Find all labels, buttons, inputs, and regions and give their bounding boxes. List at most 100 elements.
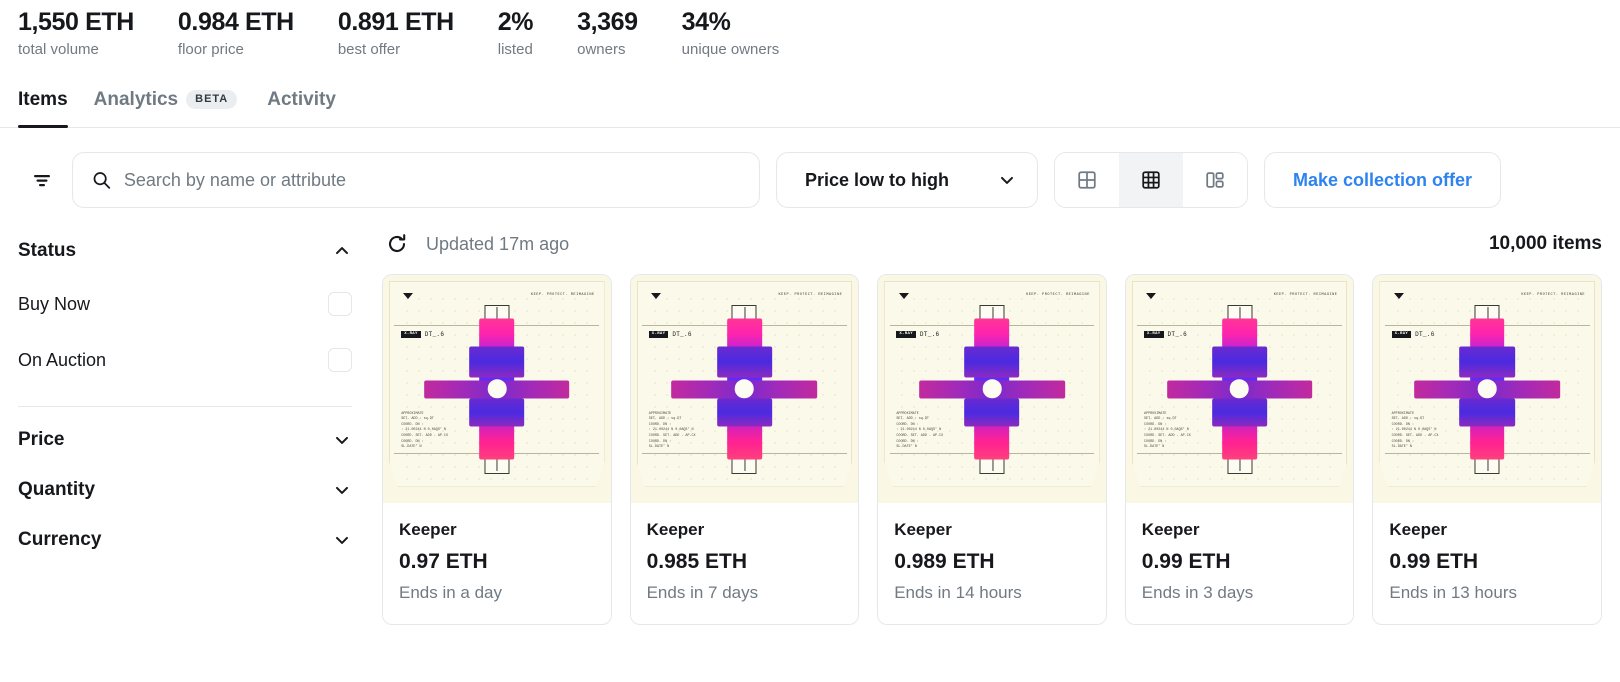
chevron-down-icon [336, 486, 348, 494]
figure-block-lower [1211, 398, 1268, 427]
search-icon [93, 172, 111, 189]
collection-tabs: Items Analytics BETA Activity [0, 72, 1620, 128]
item-info: Keeper 0.99 ETH Ends in 3 days [1126, 503, 1354, 624]
stat-value: 0.984 ETH [177, 8, 294, 36]
figure-block-upper [964, 346, 1020, 378]
item-artwork: KEEP. PROTECT. REIMAGINE X-RAY DT_.6 APPROX… [1125, 275, 1354, 503]
make-collection-offer-button[interactable]: Make collection offer [1264, 152, 1502, 208]
stat-item: 3,369 owners [577, 6, 638, 61]
artwork-tagline: KEEP. PROTECT. REIMAGINE [530, 293, 595, 298]
stat-value: 2% [497, 8, 534, 36]
items-body: Status Buy Now On Auction Price Quantity Curr… [0, 208, 1620, 625]
item-info: Keeper 0.97 ETH Ends in a day [383, 503, 611, 624]
item-card[interactable]: KEEP. PROTECT. REIMAGINE X-RAY DT_.6 APPROX… [629, 274, 860, 625]
item-card[interactable]: KEEP. PROTECT. REIMAGINE X-RAY DT_.6 APPROX… [1372, 274, 1602, 625]
item-artwork: KEEP. PROTECT. REIMAGINE X-RAY DT_.6 APPROX… [1373, 275, 1601, 503]
filter-toggle-button[interactable] [20, 154, 64, 206]
item-price: 0.985 ETH [646, 549, 747, 573]
stat-label: total volume [18, 41, 99, 58]
artwork-badge-pill: X-RAY [1144, 330, 1164, 338]
filter-section-title: Status [18, 240, 77, 261]
caret-down-icon [1146, 293, 1157, 300]
view-mode-grid-button[interactable] [1119, 153, 1183, 207]
item-ends-in: Ends in 7 days [646, 582, 759, 602]
filter-section-price[interactable]: Price [18, 415, 370, 465]
view-mode-detail-button[interactable] [1183, 153, 1247, 207]
item-card[interactable]: KEEP. PROTECT. REIMAGINE X-RAY DT_.6 APPROX… [877, 274, 1107, 625]
filters-sidebar: Status Buy Now On Auction Price Quantity Curr… [18, 208, 370, 625]
figure-block-lower [716, 398, 773, 427]
view-mode-large-button[interactable] [1055, 153, 1119, 207]
tab-items[interactable]: Items [18, 72, 94, 128]
figure-core [487, 379, 507, 398]
status-option-checkbox[interactable] [328, 348, 352, 372]
stat-label: best offer [337, 41, 401, 58]
search-box[interactable] [72, 152, 760, 208]
artwork-tagline: KEEP. PROTECT. REIMAGINE [1521, 293, 1586, 298]
item-name: Keeper [1389, 519, 1448, 539]
caret-down-icon [651, 293, 662, 300]
artwork-figure [1414, 318, 1561, 460]
figure-block-lower [469, 398, 525, 427]
filter-section-title: Quantity [18, 479, 96, 500]
items-content: Updated 17m ago 10,000 items KEEP. PROTE… [370, 208, 1620, 625]
items-toolbar: Price low to high [0, 128, 1620, 208]
tab-activity[interactable]: Activity [267, 72, 366, 128]
status-option-checkbox[interactable] [328, 292, 352, 316]
items-grid: KEEP. PROTECT. REIMAGINE X-RAY DT_.6 APPROX… [382, 268, 1602, 625]
status-option-label: Buy Now [18, 293, 91, 314]
filter-icon [34, 175, 50, 187]
item-ends-in: Ends in 3 days [1141, 582, 1254, 602]
item-ends-in: Ends in a day [399, 582, 503, 602]
tab-label: Analytics [93, 88, 179, 110]
artwork-figure [1166, 318, 1313, 460]
filter-section-currency[interactable]: Currency [18, 515, 370, 565]
sort-dropdown[interactable]: Price low to high [776, 152, 1038, 208]
sidebar-divider [18, 406, 352, 407]
grid-3x3-icon [1142, 171, 1160, 189]
artwork-tagline: KEEP. PROTECT. REIMAGINE [778, 293, 843, 298]
status-option-buy-now[interactable]: Buy Now [18, 276, 370, 332]
filter-section-status[interactable]: Status [18, 226, 370, 276]
view-mode-toggle [1054, 152, 1248, 208]
figure-core [734, 379, 754, 398]
refresh-icon [389, 234, 406, 253]
item-card[interactable]: KEEP. PROTECT. REIMAGINE X-RAY DT_.6 APPROX… [1124, 274, 1355, 625]
status-option-label: On Auction [18, 349, 107, 370]
artwork-figure [423, 318, 570, 460]
item-name: Keeper [646, 519, 705, 539]
chevron-down-icon [336, 536, 348, 544]
filter-section-quantity[interactable]: Quantity [18, 465, 370, 515]
collection-page: 1,550 ETH total volume 0.984 ETH floor pric… [0, 0, 1620, 682]
chevron-up-icon [336, 247, 348, 255]
stat-value: 1,550 ETH [18, 8, 134, 36]
stat-label: floor price [177, 41, 244, 58]
item-price: 0.99 ETH [1141, 549, 1231, 573]
status-option-on-auction[interactable]: On Auction [18, 332, 370, 388]
stat-label: unique owners [681, 41, 780, 58]
item-ends-in: Ends in 14 hours [894, 582, 1022, 602]
tab-analytics[interactable]: Analytics BETA [94, 72, 268, 128]
filter-section-title: Price [18, 429, 65, 450]
stat-label: owners [577, 41, 626, 58]
item-card[interactable]: KEEP. PROTECT. REIMAGINE X-RAY DT_.6 APPROX… [382, 274, 612, 625]
item-artwork: KEEP. PROTECT. REIMAGINE X-RAY DT_.6 APPROX… [630, 275, 859, 503]
figure-block-upper [1459, 346, 1515, 378]
grid-2x2-icon [1078, 171, 1096, 189]
item-info: Keeper 0.99 ETH Ends in 13 hours [1373, 503, 1601, 624]
refresh-button[interactable] [382, 229, 412, 259]
search-input[interactable] [123, 169, 741, 191]
item-name: Keeper [1141, 519, 1200, 539]
filter-section-title: Currency [18, 529, 102, 550]
figure-block-lower [964, 398, 1020, 427]
item-artwork: KEEP. PROTECT. REIMAGINE X-RAY DT_.6 APPROX… [878, 275, 1106, 503]
figure-block-upper [1211, 346, 1268, 378]
artwork-badge-pill: X-RAY [1391, 330, 1412, 338]
updated-timestamp: Updated 17m ago [426, 233, 570, 254]
stat-label: listed [497, 41, 533, 58]
item-ends-in: Ends in 13 hours [1389, 582, 1517, 602]
stat-item: 1,550 ETH total volume [18, 6, 134, 61]
stat-item: 0.984 ETH floor price [178, 6, 294, 61]
artwork-badge-pill: X-RAY [896, 330, 916, 338]
item-info: Keeper 0.985 ETH Ends in 7 days [631, 503, 859, 624]
